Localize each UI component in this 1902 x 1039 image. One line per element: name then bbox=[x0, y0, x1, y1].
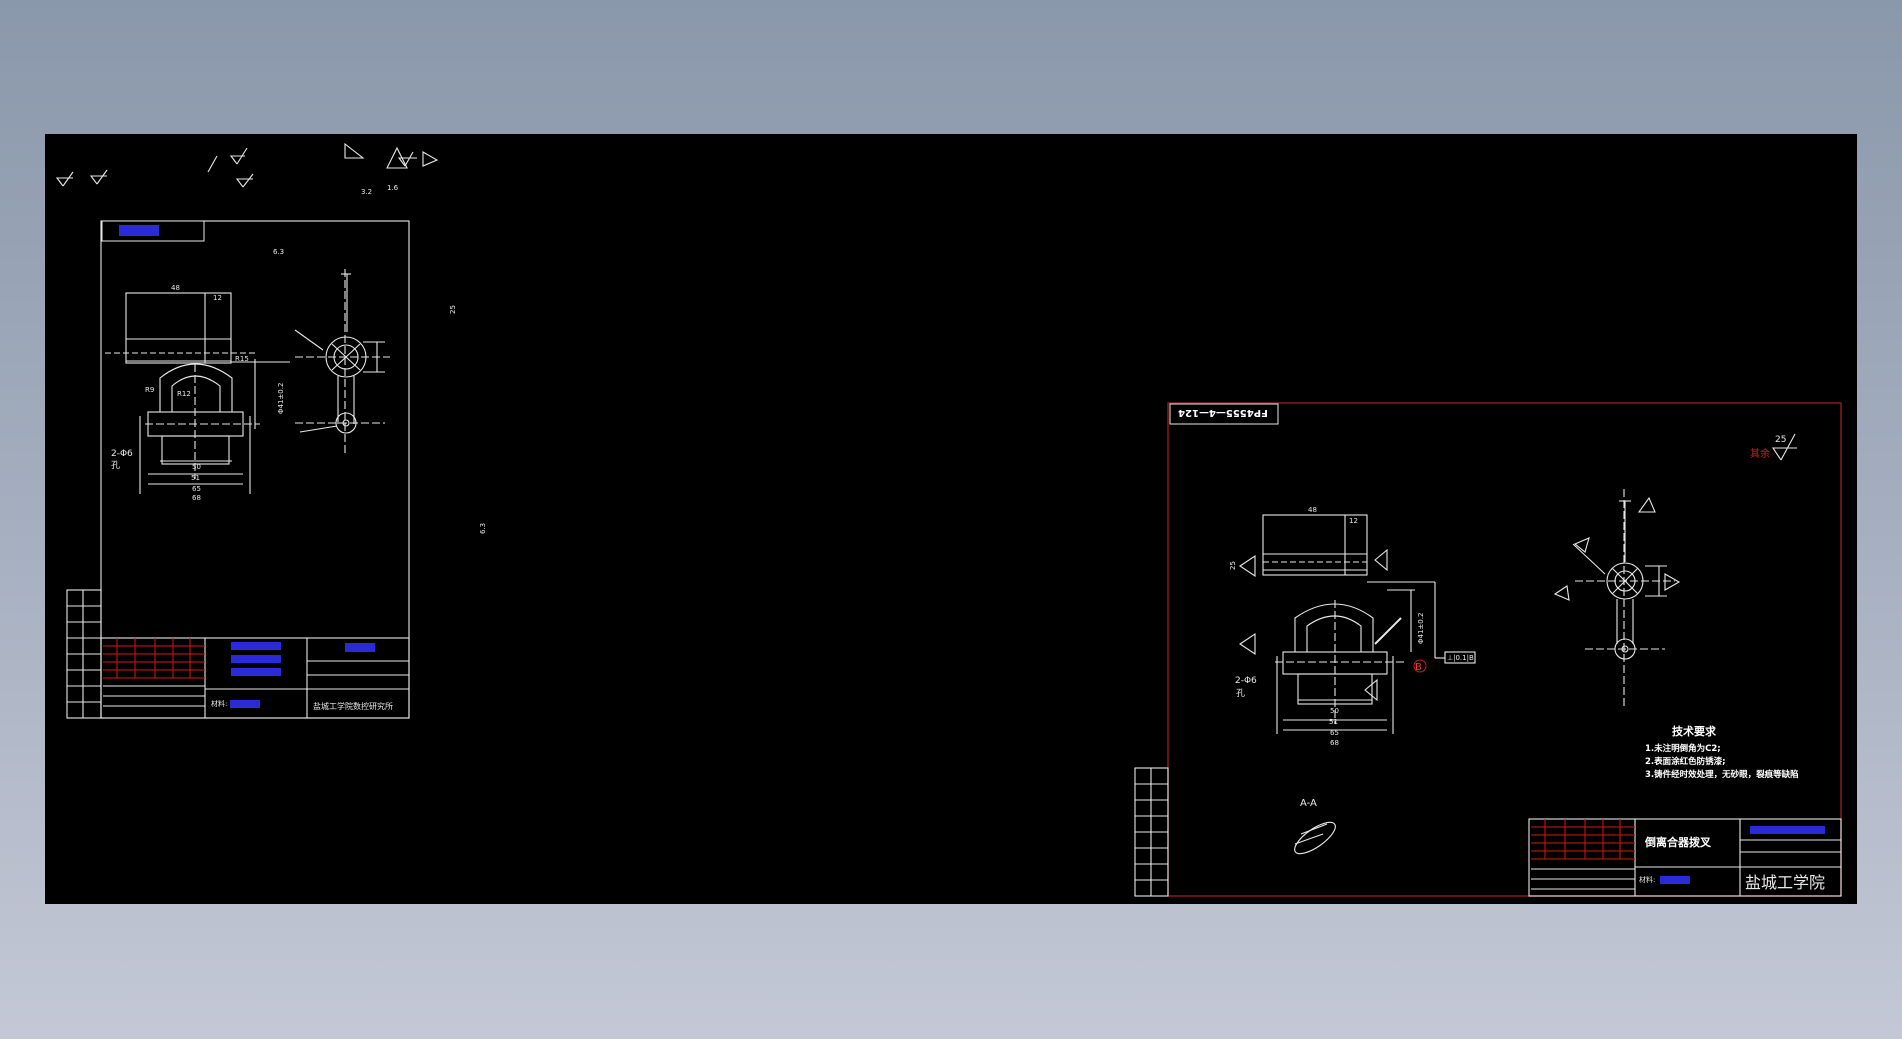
left-dim-r12: R12 bbox=[177, 390, 191, 398]
right-front-view bbox=[1239, 514, 1476, 734]
right-roughness-value: 25 bbox=[1775, 435, 1786, 445]
right-dim-65: 65 bbox=[1330, 729, 1339, 737]
right-blue-drawing-id bbox=[1750, 826, 1825, 834]
left-dim-r15: R15 bbox=[235, 355, 249, 363]
left-material-label: 材料: bbox=[211, 699, 227, 708]
right-dim-48: 48 bbox=[1308, 506, 1317, 514]
left-roughness-label: 6.3 bbox=[273, 248, 284, 256]
right-dim-tolerance: ⊥|0.1|B bbox=[1447, 654, 1474, 662]
right-roughness-note-text: 其余 bbox=[1750, 447, 1770, 460]
left-dim-12: 12 bbox=[213, 294, 222, 302]
left-dim-holes: 2-Φ6 bbox=[111, 449, 133, 459]
view-label-b: B bbox=[1415, 662, 1422, 673]
left-dim-r9: R9 bbox=[145, 386, 154, 394]
left-side-view bbox=[294, 269, 390, 454]
right-side-view bbox=[1553, 489, 1681, 709]
right-dim-51: 51 bbox=[1329, 718, 1338, 726]
left-dim-68: 68 bbox=[192, 494, 201, 502]
left-blue-name-2 bbox=[231, 655, 281, 663]
left-company-label: 盐城工学院数控研究所 bbox=[313, 701, 393, 711]
left-dim-50: 50 bbox=[192, 463, 201, 471]
drawing-canvas[interactable]: 3.2 1.6 25 6.3 6.3 48 12 R15 R12 R9 Φ41±… bbox=[45, 134, 1857, 904]
right-dim-68: 68 bbox=[1330, 739, 1339, 747]
tech-req-item-1: 1.未注明倒角为C2; bbox=[1645, 743, 1721, 754]
right-roughness-note: 25 其余 bbox=[1750, 433, 1797, 461]
school-name: 盐城工学院 bbox=[1745, 873, 1825, 892]
right-material-label: 材料: bbox=[1639, 875, 1655, 884]
tech-req-item-2: 2.表面涂红色防锈漆; bbox=[1645, 756, 1726, 767]
floating-label-6-3: 6.3 bbox=[479, 523, 487, 534]
left-dim-hole: 孔 bbox=[111, 460, 120, 471]
left-title-block[interactable]: 材料: 盐城工学院数控研究所 bbox=[100, 637, 410, 719]
left-sheet-header-tag bbox=[119, 225, 159, 236]
left-blue-material bbox=[230, 700, 260, 708]
right-dim-50: 50 bbox=[1330, 707, 1339, 715]
tech-req-title: 技术要求 bbox=[1672, 724, 1717, 738]
right-dim-phi41: Φ41±0.2 bbox=[1417, 613, 1425, 644]
left-margin-table bbox=[66, 589, 102, 719]
section-label: A-A bbox=[1300, 798, 1317, 809]
right-dim-12: 12 bbox=[1349, 517, 1358, 525]
right-title-block[interactable]: 倒离合器拨叉 材料: 盐城工学院 bbox=[1528, 818, 1842, 897]
right-dim-25: 25 bbox=[1229, 561, 1237, 570]
technical-requirements: 技术要求 1.未注明倒角为C2; 2.表面涂红色防锈漆; 3.铸件经时效处理，无… bbox=[1645, 724, 1799, 780]
left-blue-tag bbox=[345, 643, 375, 652]
floating-label-25: 25 bbox=[449, 305, 457, 314]
roughness-label-3-2: 3.2 bbox=[361, 188, 372, 196]
left-dim-51: 51 bbox=[191, 474, 200, 482]
section-a-a: A-A bbox=[1294, 798, 1336, 855]
right-dim-hole: 孔 bbox=[1236, 688, 1245, 699]
left-dim-65: 65 bbox=[192, 485, 201, 493]
roughness-label-1-6: 1.6 bbox=[387, 184, 399, 192]
right-blue-material bbox=[1660, 876, 1690, 884]
roughness-symbols-group[interactable] bbox=[55, 142, 439, 188]
part-name: 倒离合器拨叉 bbox=[1644, 835, 1712, 849]
left-dim-phi41: Φ41±0.2 bbox=[277, 383, 285, 414]
tech-req-item-3: 3.铸件经时效处理，无砂眼，裂痕等缺陷 bbox=[1645, 769, 1799, 780]
drawing-number: FP4555—4—124 bbox=[1178, 407, 1268, 418]
right-dim-holes: 2-Φ6 bbox=[1235, 676, 1257, 686]
left-dim-48: 48 bbox=[171, 284, 180, 292]
right-margin-table bbox=[1134, 767, 1169, 897]
left-blue-name-1 bbox=[231, 642, 281, 650]
left-blue-name-3 bbox=[231, 668, 281, 676]
